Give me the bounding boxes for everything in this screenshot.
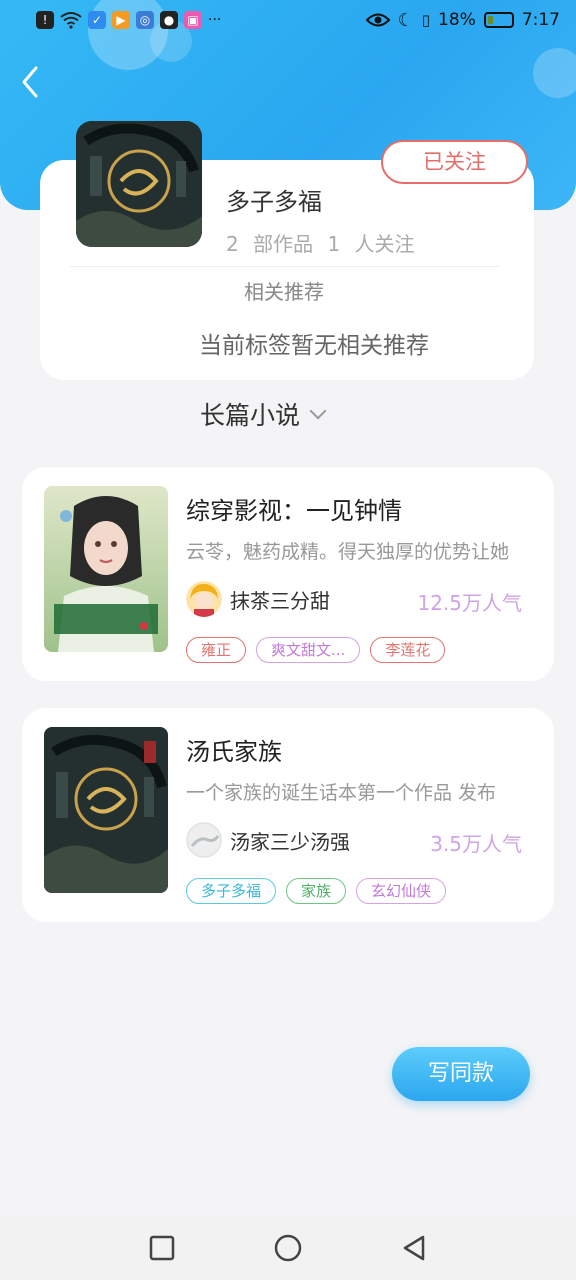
status-bar: ! ✓ ▶ ◎ ● ▣ ··· ☾ ▯ 18% 7:17 — [0, 0, 576, 40]
tag-chip[interactable]: 雍正 — [186, 637, 247, 663]
status-icons-left: ! ✓ ▶ ◎ ● ▣ ··· — [36, 11, 221, 29]
bulb-app-icon: ◎ — [136, 11, 154, 29]
clock-time: 7:17 — [521, 10, 560, 30]
follow-button[interactable]: 已关注 — [381, 140, 528, 184]
book-title: 汤氏家族 — [186, 738, 282, 766]
tag-cover-image — [76, 121, 202, 247]
book-card[interactable]: 综穿影视：一见钟情 云苓，魅药成精。得天独厚的优势让她 抹茶三分甜 12.5万人… — [22, 467, 554, 681]
related-title-text: 相关推荐 — [244, 280, 324, 304]
divider — [70, 266, 500, 267]
author-row[interactable]: 抹茶三分甜 — [186, 581, 330, 617]
works-count: 2 部作品 — [226, 232, 314, 256]
square-icon[interactable] — [142, 1228, 182, 1268]
related-title: 相关推荐 — [0, 276, 576, 305]
write-same-button[interactable]: 写同款 — [392, 1047, 530, 1101]
followers-count: 1 人关注 — [327, 232, 415, 256]
tag-chip[interactable]: 玄幻仙侠 — [356, 878, 447, 904]
tag-list: 多子多福 家族 玄幻仙侠 — [186, 878, 447, 904]
wifi-icon — [60, 12, 82, 29]
battery-percent: 18% — [438, 10, 476, 30]
popularity-count: 12.5万人气 — [417, 591, 522, 615]
tag-chip[interactable]: 家族 — [286, 878, 347, 904]
author-row[interactable]: 汤家三少汤强 — [186, 822, 350, 858]
author-name: 抹茶三分甜 — [230, 588, 330, 613]
category-label: 长篇小说 — [200, 401, 301, 430]
eye-icon — [365, 13, 390, 27]
status-icons-right: ☾ ▯ 18% 7:17 — [365, 9, 560, 31]
category-selector[interactable]: 长篇小说 — [200, 396, 327, 432]
avatar — [186, 822, 222, 858]
popularity-count: 3.5万人气 — [430, 832, 522, 856]
no-related-text: 当前标签暂无相关推荐 — [199, 333, 429, 359]
video-app-icon: ▣ — [184, 11, 202, 29]
no-related-message: 当前标签暂无相关推荐 — [0, 326, 576, 360]
back-arrow-icon[interactable] — [18, 64, 50, 104]
book-cover-image — [44, 486, 168, 652]
tag-chip[interactable]: 多子多福 — [186, 878, 277, 904]
alert-icon: ! — [36, 11, 54, 29]
moon-icon: ☾ — [397, 9, 414, 31]
avatar — [186, 581, 222, 617]
shield-icon: ✓ — [88, 11, 106, 29]
tag-chip[interactable]: 爽文甜文... — [256, 637, 361, 663]
author-name: 汤家三少汤强 — [230, 829, 350, 854]
book-card[interactable]: 汤氏家族 一个家族的诞生话本第一个作品 发布 汤家三少汤强 3.5万人气 多子多… — [22, 708, 554, 922]
tag-name: 多子多福 — [226, 188, 322, 216]
tag-stats: 2 部作品 1 人关注 — [226, 228, 415, 257]
battery-icon — [483, 12, 514, 28]
circle-icon[interactable] — [268, 1228, 308, 1268]
system-nav-bar — [0, 1216, 576, 1280]
book-description: 云苓，魅药成精。得天独厚的优势让她 — [186, 541, 510, 563]
dog-app-icon: ● — [160, 11, 178, 29]
book-title: 综穿影视：一见钟情 — [186, 497, 402, 525]
book-description: 一个家族的诞生话本第一个作品 发布 — [186, 782, 497, 804]
tag-list: 雍正 爽文甜文... 李莲花 — [186, 637, 446, 663]
chevron-down-icon — [309, 402, 327, 420]
decor-bubble — [533, 48, 576, 98]
triangle-back-icon[interactable] — [394, 1228, 434, 1268]
more-notifications-icon: ··· — [208, 12, 222, 28]
book-cover-image — [44, 727, 168, 893]
tag-chip[interactable]: 李莲花 — [370, 637, 446, 663]
play-app-icon: ▶ — [112, 11, 130, 29]
vibrate-icon: ▯ — [421, 11, 431, 29]
